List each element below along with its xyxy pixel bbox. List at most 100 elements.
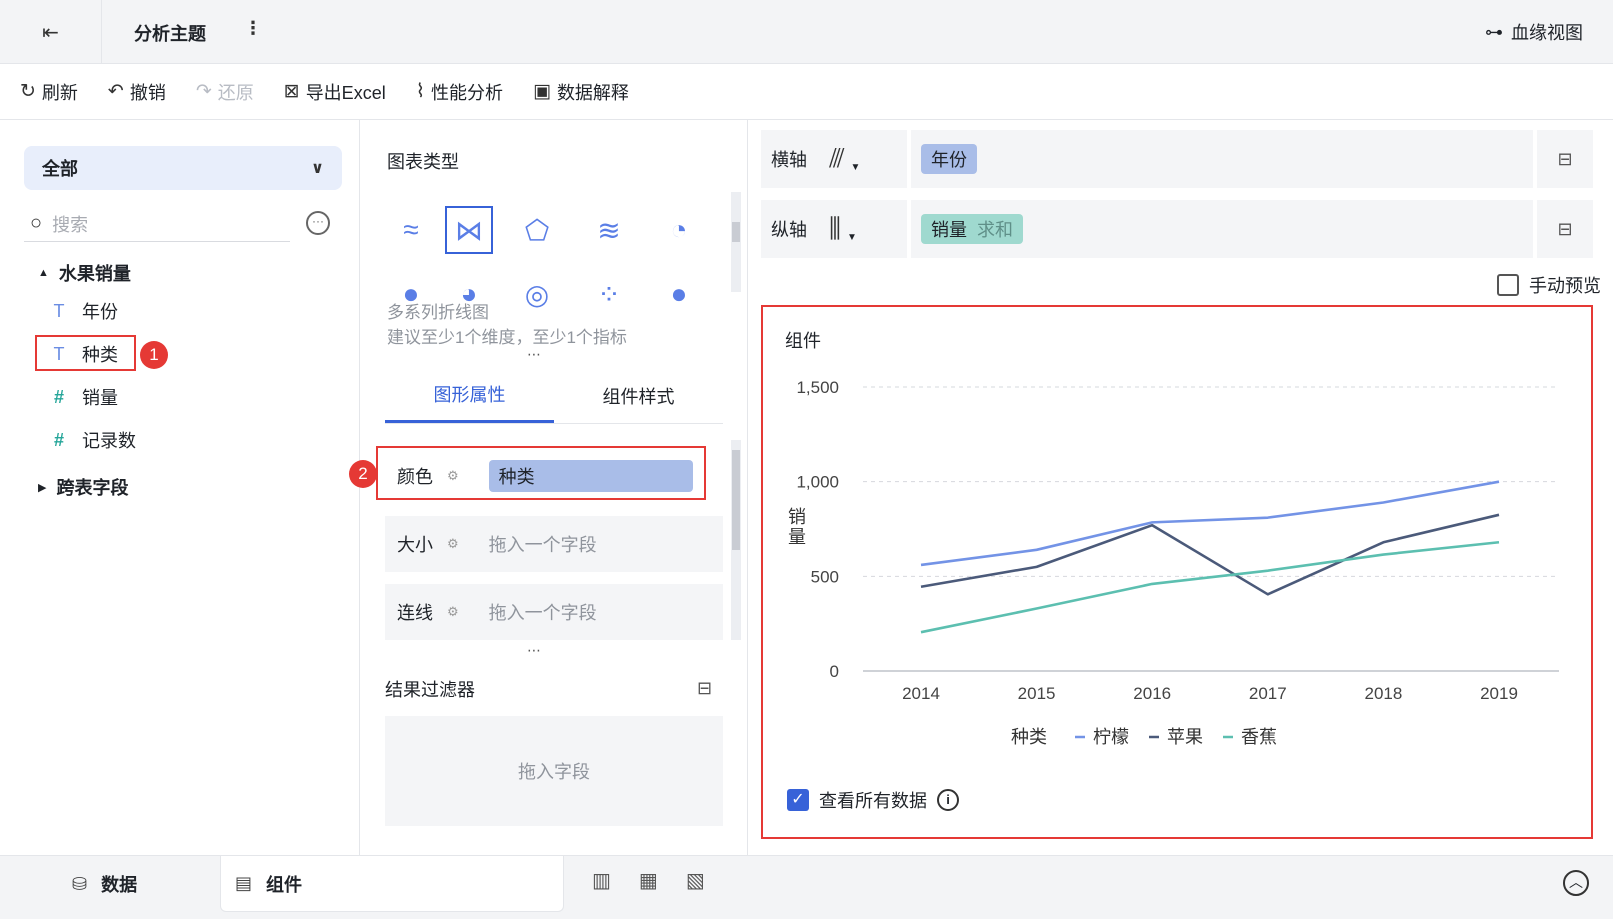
line-drop-placeholder: 拖入一个字段 — [488, 603, 597, 623]
legend-label: 苹果 — [1167, 727, 1203, 747]
tab-data[interactable]: ⛁ 数据 — [72, 856, 137, 912]
property-tabs: 图形属性 组件样式 — [385, 368, 723, 424]
legend-label: 香蕉 — [1241, 727, 1277, 747]
bottom-bar: ⛁ 数据 ▤ 组件 ▥ ▦ ▧ ︿ — [0, 855, 1613, 919]
x-tick-label: 2018 — [1364, 684, 1402, 703]
field-label: 记录数 — [82, 431, 136, 451]
step-badge-2: 2 — [349, 460, 377, 488]
data-tab-label: 数据 — [101, 875, 138, 895]
filter-drop-zone[interactable]: 拖入字段 — [385, 716, 723, 826]
field-label: 销量 — [82, 388, 118, 408]
toolbar: ↻ 刷新 ↶ 撤销 ↷ 还原 ⊠ 导出Excel ⌇ 性能分析 ▣ 数据解释 — [0, 64, 1613, 120]
chart-icon: ▤ — [235, 873, 253, 893]
performance-button[interactable]: ⌇ 性能分析 — [416, 79, 503, 105]
add-chart-icon[interactable]: ▥ — [592, 868, 611, 893]
y-field-label: 销量 — [931, 220, 967, 240]
y-axis-label: 销 — [788, 507, 806, 527]
explain-label: 数据解释 — [556, 82, 629, 103]
y-tick-label: 1,500 — [796, 378, 839, 397]
exit-icon[interactable]: ⇤ — [0, 0, 102, 64]
undo-icon: ↶ — [107, 81, 124, 102]
scope-value: 全部 — [42, 159, 78, 179]
add-component-icons: ▥ ▦ ▧ — [592, 868, 705, 893]
y-axis-label: 量 — [788, 527, 806, 547]
export-excel-button[interactable]: ⊠ 导出Excel — [284, 79, 386, 105]
donut-chart-icon[interactable]: ◎ — [513, 270, 561, 316]
step-badge-1: 1 — [140, 341, 168, 369]
x-axis-label: 横轴 — [771, 150, 807, 170]
multi-line-chart-icon[interactable]: ⋈ — [445, 206, 493, 254]
gauge-chart-icon[interactable]: ◔ — [655, 206, 703, 254]
property-scrollbar[interactable] — [731, 440, 741, 640]
filter-settings-icon[interactable]: ⊟ — [697, 678, 712, 699]
x-axis-field-pill[interactable]: 年份 — [921, 144, 977, 174]
tree-group-cross-table[interactable]: ▶ 跨表字段 — [38, 474, 128, 500]
gear-icon[interactable]: ⚙ — [447, 536, 459, 552]
resize-handle[interactable]: ⋯ — [527, 346, 542, 363]
size-property-row[interactable]: 大小 ⚙ 拖入一个字段 — [385, 516, 723, 572]
chart-type-hint: 建议至少1个维度，至少1个指标 — [387, 328, 627, 347]
group-label: 跨表字段 — [56, 478, 129, 498]
checkbox-unchecked-icon — [1497, 274, 1519, 296]
line-property-row[interactable]: 连线 ⚙ 拖入一个字段 — [385, 584, 723, 640]
scatter-chart-icon[interactable]: ⁘ — [585, 270, 633, 316]
refresh-button[interactable]: ↻ 刷新 — [20, 79, 78, 105]
search-input[interactable]: ○ 搜索 — [24, 206, 290, 242]
component-tab-label: 组件 — [266, 874, 303, 895]
area-line-chart-icon[interactable]: ≈ — [387, 206, 435, 254]
x-axis-row: 横轴 ⫻ ▼ 年份 ⊟ — [761, 130, 1593, 188]
field-sales[interactable]: # 销量 — [48, 384, 118, 410]
x-tick-label: 2016 — [1133, 684, 1171, 703]
caret-right-icon: ▶ — [38, 481, 47, 494]
y-axis-icon[interactable]: ⫼ — [829, 213, 841, 245]
add-report-icon[interactable]: ▧ — [686, 868, 705, 893]
y-axis-settings-icon[interactable]: ⊟ — [1537, 200, 1593, 258]
resize-handle[interactable]: ⋯ — [527, 642, 542, 659]
y-axis-field-pill[interactable]: 销量 求和 — [921, 214, 1023, 244]
lineage-view-button[interactable]: ⊶ 血缘视图 — [1485, 19, 1583, 45]
info-icon[interactable]: i — [937, 789, 959, 811]
field-label: 年份 — [82, 302, 118, 322]
field-year[interactable]: T 年份 — [48, 298, 119, 324]
excel-icon: ⊠ — [283, 81, 300, 102]
highlight-box-2 — [376, 446, 706, 500]
more-options-icon[interactable]: ··· — [306, 211, 330, 235]
gear-icon[interactable]: ⚙ — [447, 604, 459, 620]
scope-select[interactable]: 全部 ∨ — [24, 146, 342, 190]
tab-component[interactable]: ▤ 组件 — [220, 856, 564, 912]
field-record-count[interactable]: # 记录数 — [48, 427, 136, 453]
caret-down-icon[interactable]: ▼ — [847, 232, 857, 243]
x-axis-icon[interactable]: ⫻ — [829, 143, 845, 175]
add-dashboard-icon[interactable]: ▦ — [639, 868, 658, 893]
bubble-chart-icon[interactable]: ● — [655, 270, 703, 316]
lineage-icon: ⊶ — [1485, 21, 1503, 42]
collapse-icon[interactable]: ︿ — [1563, 870, 1589, 896]
x-axis-drop-zone[interactable]: 年份 — [911, 130, 1533, 188]
stacked-area-chart-icon[interactable]: ≋ — [585, 206, 633, 254]
radar-chart-icon[interactable]: ⬠ — [513, 206, 561, 254]
x-axis-settings-icon[interactable]: ⊟ — [1537, 130, 1593, 188]
chart-type-scrollbar[interactable] — [731, 192, 741, 292]
legend-label: 柠檬 — [1093, 727, 1129, 747]
tab-component-style[interactable]: 组件样式 — [554, 368, 723, 423]
line-label: 连线 — [397, 603, 433, 623]
caret-down-icon[interactable]: ▼ — [851, 162, 861, 173]
filter-drop-placeholder: 拖入字段 — [518, 762, 590, 782]
explain-button[interactable]: ▣ 数据解释 — [533, 79, 629, 105]
more-menu-icon[interactable]: ⋮ — [244, 18, 262, 39]
manual-preview-checkbox[interactable]: 手动预览 — [1497, 272, 1601, 298]
database-icon: ⛁ — [72, 873, 88, 894]
undo-label: 撤销 — [129, 82, 166, 103]
chart-type-title: 图表类型 — [387, 152, 459, 172]
text-type-icon: T — [53, 300, 65, 321]
view-all-data-checkbox[interactable]: ✓ 查看所有数据 i — [787, 787, 959, 813]
tab-graphic-properties[interactable]: 图形属性 — [385, 368, 554, 423]
y-axis-drop-zone[interactable]: 销量 求和 — [911, 200, 1533, 258]
x-tick-label: 2019 — [1480, 684, 1518, 703]
redo-button[interactable]: ↷ 还原 — [196, 79, 254, 105]
chart-panel: 横轴 ⫻ ▼ 年份 ⊟ 纵轴 ⫼ ▼ 销量 求和 ⊟ 手动预览 组件 0 500 1… — [749, 120, 1613, 855]
y-axis-label: 纵轴 — [771, 220, 807, 240]
tree-group-fruit-sales[interactable]: ▲ 水果销量 — [38, 260, 131, 286]
undo-button[interactable]: ↶ 撤销 — [108, 79, 166, 105]
group-label: 水果销量 — [58, 264, 131, 284]
